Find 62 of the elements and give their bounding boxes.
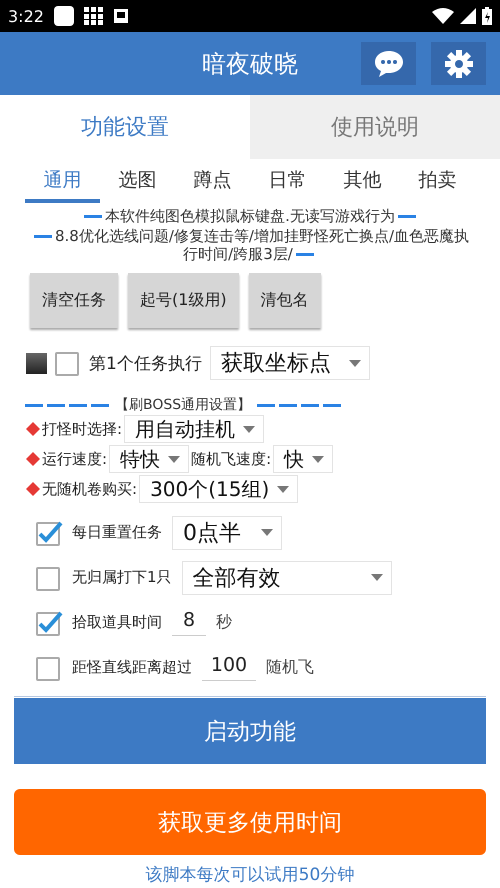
option-label: 无归属打下1只 xyxy=(72,568,172,587)
action-button[interactable]: 清空任务 xyxy=(30,273,118,328)
sub-tab[interactable]: 选图 xyxy=(100,163,175,203)
checkbox[interactable] xyxy=(36,610,62,636)
keyboard-icon xyxy=(114,9,128,23)
option-label: 每日重置任务 xyxy=(72,523,162,542)
dropdown-caret-icon xyxy=(261,529,273,536)
checkbox[interactable] xyxy=(36,654,62,680)
diamond-icon xyxy=(26,452,40,466)
task-label: 第1个任务执行 xyxy=(89,352,202,374)
option-dropdown[interactable]: 0点半 xyxy=(172,516,282,550)
unit-label: 随机飞 xyxy=(266,657,314,678)
action-button[interactable]: 清包名 xyxy=(248,273,321,328)
setting-dropdown[interactable]: 特快 xyxy=(109,445,190,473)
trial-note: 该脚本每次可以试用50分钟 xyxy=(144,864,356,886)
dropdown-caret-icon xyxy=(312,456,324,462)
setting-dropdown[interactable]: 快 xyxy=(273,445,334,473)
setting-dropdown[interactable]: 300个(15组) xyxy=(139,475,298,503)
checkbox[interactable] xyxy=(36,564,62,590)
sub-tab[interactable]: 日常 xyxy=(250,163,325,203)
start-button[interactable]: 启动功能 xyxy=(14,698,486,764)
sub-tab[interactable]: 拍卖 xyxy=(400,163,475,203)
notice-text: 8.8优化选线问题/修复连击等/增加挂野怪死亡换点/血色恶魔执行时间/跨服3层/ xyxy=(25,227,475,263)
diamond-icon xyxy=(26,482,40,496)
section-title: 【刷BOSS通用设置】 xyxy=(115,396,252,414)
grid-icon xyxy=(84,7,104,25)
dropdown-caret-icon xyxy=(168,456,180,462)
setting-label: 打怪时选择: xyxy=(42,420,122,438)
app-title: 暗夜破晓 xyxy=(202,48,298,80)
dropdown-caret-icon xyxy=(243,426,256,432)
settings-button[interactable] xyxy=(431,42,486,85)
unit-label: 秒 xyxy=(216,612,232,633)
setting-label: 随机飞速度: xyxy=(191,450,272,468)
dropdown-caret-icon xyxy=(370,574,383,581)
notification-icon xyxy=(54,6,74,26)
color-swatch xyxy=(26,352,47,374)
checkbox[interactable] xyxy=(36,520,62,546)
setting-label: 无随机卷购买: xyxy=(42,480,138,498)
battery-icon xyxy=(482,7,492,25)
dropdown-caret-icon xyxy=(277,486,290,492)
notice-text: 本软件纯图色模拟鼠标键盘.无读写游戏行为 xyxy=(25,207,475,225)
signal-icon xyxy=(460,8,476,24)
task-dropdown[interactable]: 获取坐标点 xyxy=(210,346,370,380)
status-time: 3:22 xyxy=(8,6,44,26)
option-dropdown[interactable]: 全部有效 xyxy=(182,560,392,594)
chat-icon xyxy=(374,50,404,78)
setting-label: 运行速度: xyxy=(42,450,108,468)
number-field[interactable]: 100 xyxy=(202,654,256,681)
option-label: 拾取道具时间 xyxy=(72,613,162,632)
sub-tab[interactable]: 蹲点 xyxy=(175,163,250,203)
main-tab[interactable]: 使用说明 xyxy=(250,95,500,159)
sub-tab[interactable]: 其他 xyxy=(325,163,400,203)
wifi-icon xyxy=(432,8,454,24)
diamond-icon xyxy=(26,422,40,436)
sub-tab[interactable]: 通用 xyxy=(25,163,100,203)
dropdown-caret-icon xyxy=(348,360,361,366)
action-button[interactable]: 起号(1级用) xyxy=(128,273,239,328)
option-label: 距怪直线距离超过 xyxy=(72,658,192,677)
checkbox[interactable] xyxy=(55,350,81,376)
number-field[interactable]: 8 xyxy=(172,609,206,636)
setting-dropdown[interactable]: 用自动挂机 xyxy=(124,415,264,443)
chat-button[interactable] xyxy=(361,42,416,85)
